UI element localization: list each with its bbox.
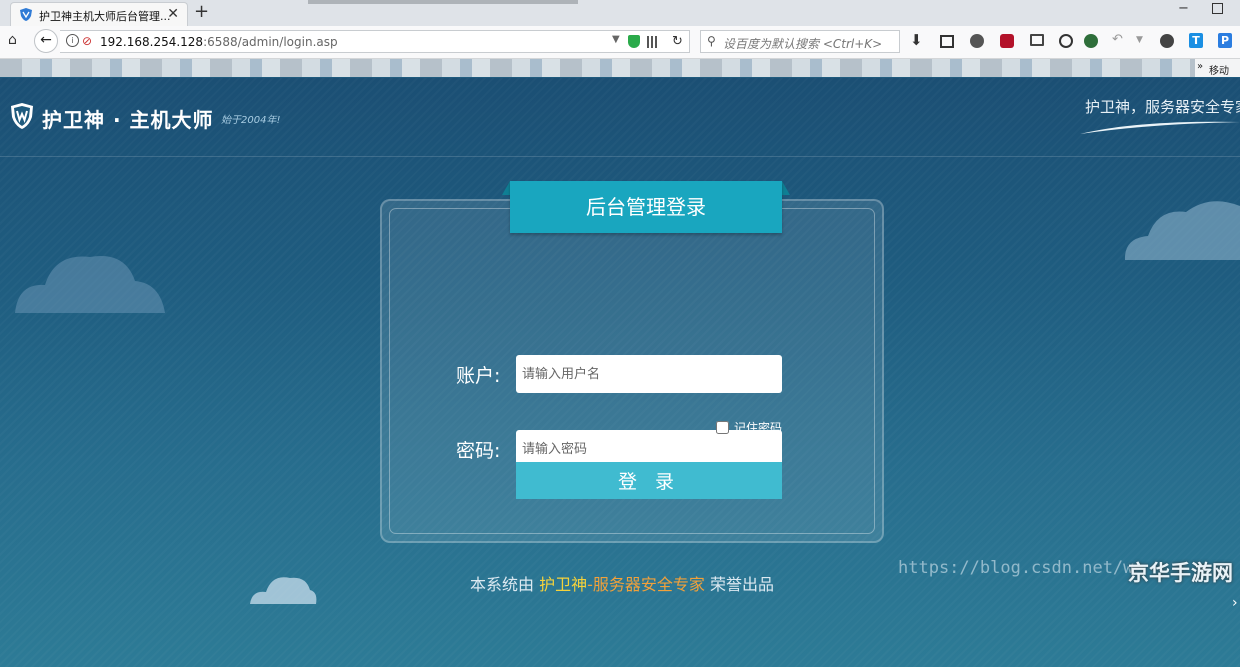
ublock-icon[interactable] [1000, 34, 1014, 48]
undo-dropdown-icon[interactable]: ▼ [1136, 35, 1150, 49]
sidebar-icon[interactable] [940, 35, 954, 48]
cloud-small-decoration [250, 577, 317, 604]
chevron-right-icon: › [1232, 595, 1238, 611]
footer-highlight-slogan: -服务器安全专家 [587, 575, 705, 594]
extension-p-icon[interactable]: P [1218, 33, 1232, 48]
since-tagline: 始于2004年! [221, 115, 281, 126]
tab-strip-fragment [308, 0, 578, 4]
monitor-icon[interactable] [1030, 34, 1044, 46]
brand-title: 护卫神 · 主机大师 [42, 108, 214, 132]
bookmarks-overflow[interactable]: » 移动 [1195, 59, 1240, 77]
url-dropdown-icon[interactable]: ▼ [612, 34, 620, 45]
shield-w-logo-icon [11, 103, 33, 129]
mobile-bookmarks-label[interactable]: 移动 [1209, 62, 1229, 77]
cloud-right-decoration [1124, 201, 1240, 260]
login-title: 后台管理登录 [510, 181, 782, 233]
footer-credit: 本系统由 护卫神-服务器安全专家 荣誉出品 [470, 571, 774, 595]
address-bar[interactable]: i ⊘ 192.168.254.128:6588/admin/login.asp… [60, 30, 690, 53]
translate-t-icon[interactable]: T [1189, 33, 1203, 48]
tab-close-icon[interactable]: ✕ [167, 6, 179, 22]
window-minimize-button[interactable]: − [1178, 1, 1189, 16]
browser-tab-bar: 护卫神主机大师后台管理... ✕ + − [0, 0, 1240, 26]
search-input[interactable]: ⚲ 设百度为默认搜索 <Ctrl+K> [700, 30, 900, 53]
shield-favicon-icon [20, 8, 32, 21]
remember-password[interactable]: 记住密码 [716, 419, 782, 436]
ribbon-fold-left [502, 181, 510, 195]
blog-watermark: https://blog.csdn.net/w [898, 558, 1134, 578]
tab-title: 护卫神主机大师后台管理... [39, 10, 171, 23]
browser-tab[interactable]: 护卫神主机大师后台管理... ✕ [10, 2, 188, 26]
browser-nav-bar: ⌂ ← i ⊘ 192.168.254.128:6588/admin/login… [0, 26, 1240, 59]
reload-icon[interactable]: ↻ [672, 34, 683, 49]
account-label: 账户: [456, 365, 501, 387]
account-input[interactable] [516, 355, 782, 393]
back-button[interactable]: ← [34, 29, 58, 53]
insecure-lock-icon: ⊘ [82, 34, 93, 48]
bookmarks-more-chevron[interactable]: » [1197, 61, 1203, 72]
extension-stripes-icon[interactable] [1160, 34, 1174, 48]
remember-checkbox[interactable] [716, 421, 729, 434]
url-path: :6588/admin/login.asp [203, 35, 338, 49]
cloud-left-decoration [15, 256, 165, 313]
header-divider [0, 156, 1240, 157]
security-shield-icon[interactable] [628, 35, 640, 48]
url-host: 192.168.254.128 [100, 35, 204, 49]
remember-label: 记住密码 [734, 421, 783, 435]
history-icon[interactable] [1059, 34, 1073, 48]
home-icon[interactable]: ⌂ [8, 32, 17, 48]
new-tab-button[interactable]: + [194, 1, 209, 22]
login-button[interactable]: 登 录 [516, 462, 782, 499]
footer-suffix: 荣誉出品 [704, 575, 774, 594]
search-icon: ⚲ [707, 34, 716, 48]
download-icon[interactable]: ⬇ [910, 31, 924, 49]
slogan-swoosh [1080, 121, 1240, 134]
bookmarks-bar-blurred [0, 59, 1240, 77]
window-restore-button[interactable] [1212, 3, 1223, 14]
footer-highlight-brand: 护卫神 [539, 575, 588, 594]
extension-green-icon[interactable] [1084, 34, 1098, 48]
qr-code-icon[interactable] [647, 36, 659, 48]
chat-icon[interactable] [970, 34, 984, 48]
header-slogan: 护卫神，服务器安全专家 [1085, 98, 1240, 116]
undo-icon[interactable]: ↶ [1112, 32, 1126, 47]
search-placeholder: 设百度为默认搜索 <Ctrl+K> [723, 37, 883, 51]
ribbon-fold-right [782, 181, 790, 195]
site-watermark: 京华手游网 [1128, 561, 1233, 585]
info-icon[interactable]: i [66, 34, 79, 47]
footer-prefix: 本系统由 [470, 575, 540, 594]
url-text: 192.168.254.128:6588/admin/login.asp [100, 35, 338, 49]
password-label: 密码: [456, 440, 501, 462]
